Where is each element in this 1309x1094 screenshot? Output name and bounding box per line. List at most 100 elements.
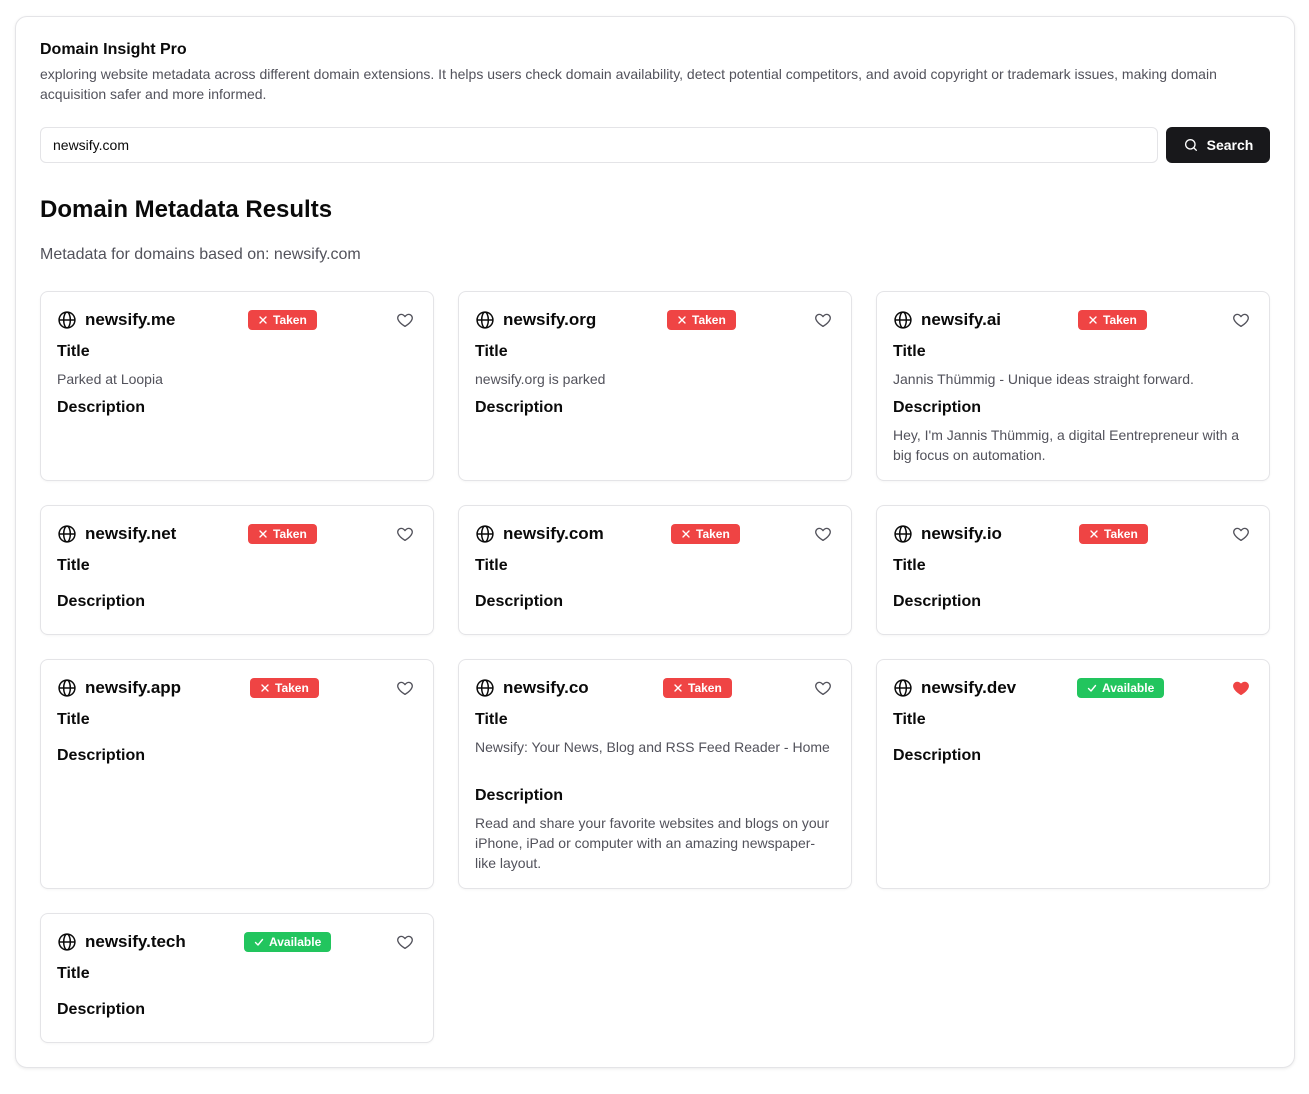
description-label: Description: [57, 399, 146, 416]
description-value: Hey, I'm Jannis Thümmig, a digital Eentr…: [893, 427, 1240, 463]
description-label: Description: [57, 747, 146, 764]
card-header: newsify.org: [475, 310, 596, 330]
status-badge: Taken: [248, 310, 317, 330]
title-label: Title: [57, 711, 90, 728]
domain-card: newsify.org Taken Title newsify.org is park…: [458, 291, 852, 481]
main-panel: Domain Insight Pro exploring website met…: [15, 16, 1295, 1068]
status-label: Taken: [1103, 313, 1137, 327]
card-domain: newsify.dev: [921, 678, 1017, 697]
card-header: newsify.ai: [893, 310, 1001, 330]
title-value: Jannis Thümmig - Unique ideas straight f…: [893, 371, 1194, 387]
description-label: Description: [475, 593, 564, 610]
search-button[interactable]: Search: [1166, 127, 1270, 163]
search-icon: [1184, 139, 1197, 151]
card-domain: newsify.net: [85, 524, 177, 543]
search-button-label: Search: [1206, 137, 1254, 153]
status-label: Taken: [688, 681, 722, 695]
card-domain: newsify.org: [503, 310, 597, 329]
title-label: Title: [57, 343, 90, 360]
domain-card: newsify.tech Available Title Description: [40, 913, 434, 1043]
card-header: newsify.app: [57, 678, 181, 698]
status-badge: Taken: [1079, 524, 1148, 544]
domain-card: newsify.app Taken Title Description: [40, 659, 434, 889]
card-header: newsify.com: [475, 524, 604, 544]
globe-icon: [894, 311, 912, 329]
x-icon: [259, 316, 267, 324]
card-header: newsify.tech: [57, 932, 186, 952]
status-badge: Available: [244, 932, 332, 952]
favorite-heart-icon[interactable]: [814, 525, 832, 543]
domain-card: newsify.io Taken Title Description: [876, 505, 1270, 635]
status-label: Taken: [1104, 527, 1138, 541]
card-domain: newsify.ai: [921, 310, 1001, 329]
app-description: exploring website metadata across differ…: [40, 66, 1217, 102]
x-icon: [1090, 530, 1098, 538]
x-icon: [682, 530, 690, 538]
x-icon: [261, 684, 269, 692]
card-domain: newsify.me: [85, 310, 176, 329]
favorite-heart-icon[interactable]: [396, 933, 414, 951]
title-label: Title: [893, 343, 926, 360]
x-icon: [678, 316, 686, 324]
x-icon: [1089, 316, 1097, 324]
favorite-heart-icon[interactable]: [396, 525, 414, 543]
card-domain: newsify.app: [85, 678, 182, 697]
check-icon: [1087, 684, 1097, 692]
card-header: newsify.co: [475, 678, 589, 698]
card-domain: newsify.io: [921, 524, 1002, 543]
title-value: Newsify: Your News, Blog and RSS Feed Re…: [475, 739, 830, 755]
globe-icon: [58, 525, 76, 543]
title-value: Parked at Loopia: [57, 371, 163, 387]
status-badge: Taken: [250, 678, 319, 698]
status-badge: Taken: [671, 524, 740, 544]
status-badge: Taken: [248, 524, 317, 544]
results-subtitle: Metadata for domains based on: newsify.c…: [40, 246, 361, 263]
description-label: Description: [893, 399, 982, 416]
status-label: Available: [1102, 681, 1155, 695]
domain-card: newsify.com Taken Title Description: [458, 505, 852, 635]
status-label: Taken: [275, 681, 309, 695]
domain-card: newsify.dev Available Title Description: [876, 659, 1270, 889]
title-label: Title: [475, 557, 508, 574]
title-label: Title: [57, 557, 90, 574]
card-domain: newsify.co: [503, 678, 589, 697]
status-label: Available: [269, 935, 322, 949]
title-label: Title: [893, 711, 926, 728]
description-label: Description: [893, 747, 982, 764]
title-label: Title: [475, 343, 508, 360]
description-label: Description: [475, 399, 564, 416]
status-label: Taken: [273, 527, 307, 541]
description-label: Description: [475, 787, 564, 804]
status-label: Taken: [273, 313, 307, 327]
domain-card: newsify.me Taken Title Parked at Loopia Desc…: [40, 291, 434, 481]
domain-search-input[interactable]: [40, 127, 1158, 163]
description-value: Read and share your favorite websites an…: [475, 815, 830, 871]
globe-icon: [894, 679, 912, 697]
card-domain: newsify.com: [503, 524, 604, 543]
favorite-heart-icon[interactable]: [814, 679, 832, 697]
favorite-heart-icon[interactable]: [1232, 311, 1250, 329]
globe-icon: [476, 679, 494, 697]
description-label: Description: [57, 1001, 146, 1018]
favorite-heart-icon[interactable]: [1232, 679, 1250, 697]
results-heading: Domain Metadata Results: [40, 196, 333, 223]
domain-card: newsify.ai Taken Title Jannis Thümmig - Uni…: [876, 291, 1270, 481]
globe-icon: [894, 525, 912, 543]
globe-icon: [58, 311, 76, 329]
title-label: Title: [893, 557, 926, 574]
globe-icon: [476, 311, 494, 329]
favorite-heart-icon[interactable]: [396, 679, 414, 697]
domain-card: newsify.net Taken Title Description: [40, 505, 434, 635]
globe-icon: [58, 933, 76, 951]
app-title: Domain Insight Pro: [40, 41, 187, 58]
favorite-heart-icon[interactable]: [814, 311, 832, 329]
check-icon: [254, 938, 264, 946]
status-label: Taken: [692, 313, 726, 327]
card-header: newsify.io: [893, 524, 1002, 544]
status-label: Taken: [696, 527, 730, 541]
status-badge: Available: [1077, 678, 1165, 698]
favorite-heart-icon[interactable]: [396, 311, 414, 329]
favorite-heart-icon[interactable]: [1232, 525, 1250, 543]
card-header: newsify.dev: [893, 678, 1016, 698]
status-badge: Taken: [1078, 310, 1147, 330]
